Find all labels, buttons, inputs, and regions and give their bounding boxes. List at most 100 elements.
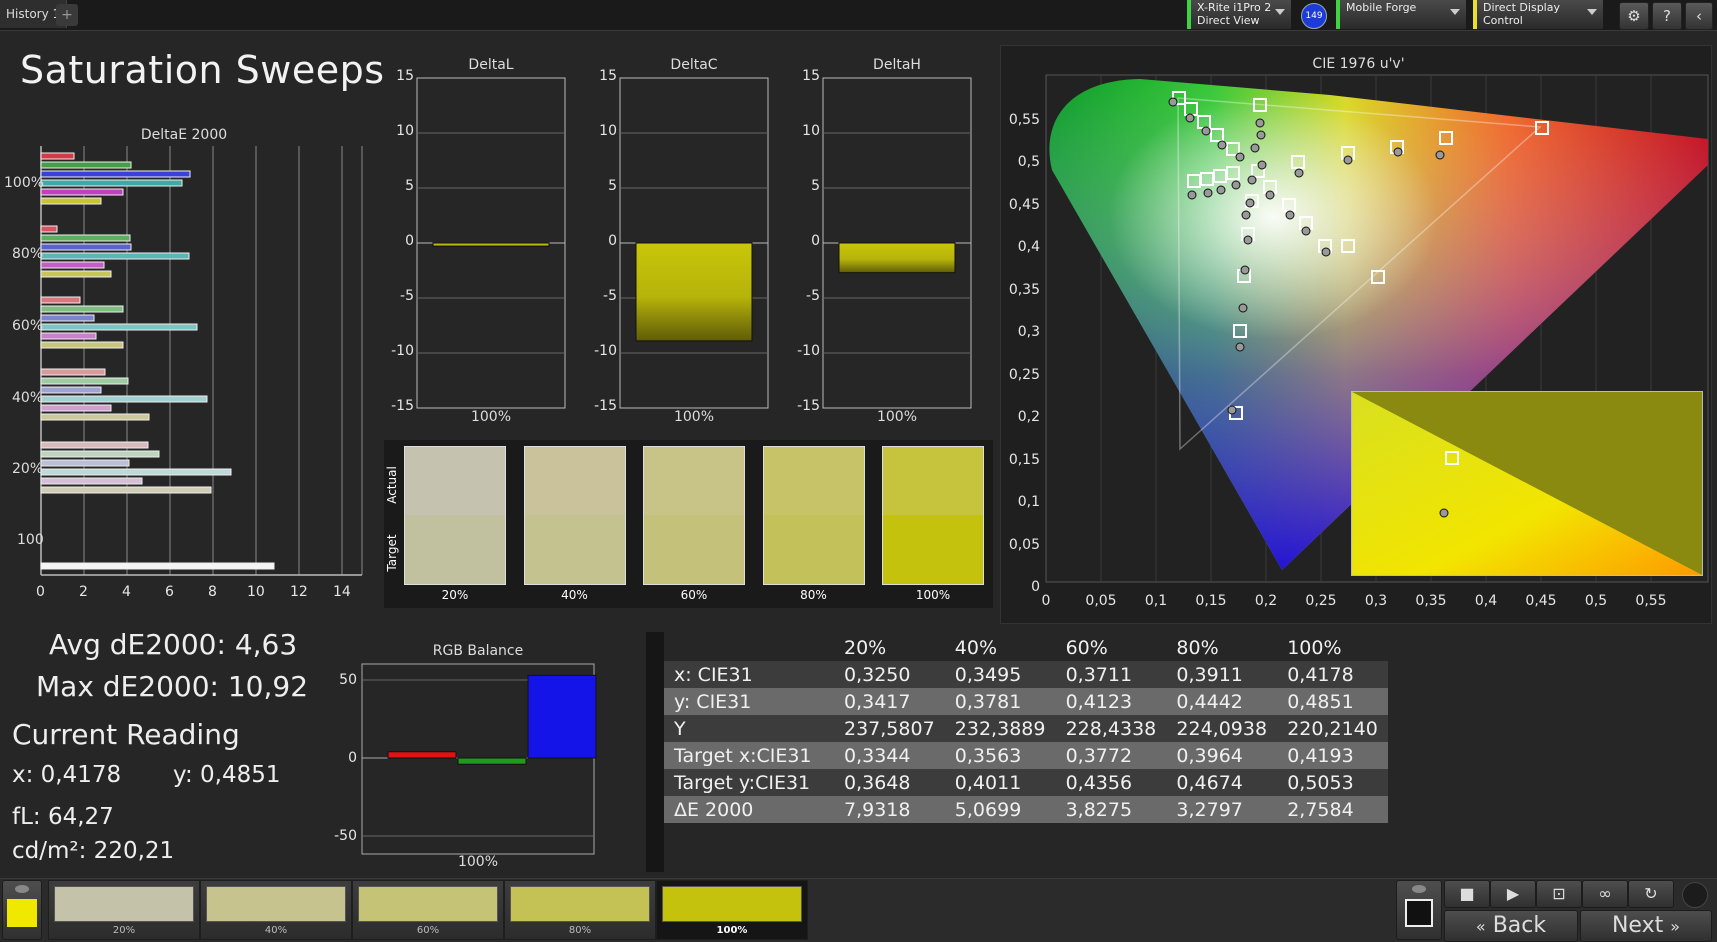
patch-button[interactable]: 60% — [352, 880, 504, 940]
help-button[interactable]: ? — [1652, 2, 1682, 30]
de-bar — [40, 386, 102, 394]
next-button[interactable]: Next » — [1580, 910, 1712, 942]
patch-label: 60% — [680, 588, 708, 602]
add-tab-button[interactable]: + — [56, 4, 78, 26]
table-cell: 228,4338 — [1055, 715, 1167, 742]
table-body: x: CIE31 0,3250 0,3495 0,3711 0,3911 0,4178 y:… — [664, 661, 1388, 823]
back-button[interactable]: « Back — [1444, 910, 1578, 942]
table-cell: 0,4851 — [1277, 688, 1388, 715]
cie-ytick: 0,4 — [1017, 239, 1040, 255]
delta-tick: 10 — [802, 123, 820, 139]
play-button[interactable]: ▶ — [1490, 880, 1536, 908]
de2000-chart — [40, 146, 363, 576]
stop-capture-button[interactable] — [1396, 880, 1442, 940]
de-bar — [40, 152, 75, 160]
cie-ytick: 0,1 — [1017, 494, 1040, 510]
chevron-down-icon — [1450, 9, 1460, 15]
measured-point — [1217, 140, 1227, 150]
de-group-label: 40% — [12, 390, 44, 406]
next-label: Next — [1611, 913, 1664, 938]
table-cell: 0,3711 — [1055, 661, 1167, 688]
page-title: Saturation Sweeps — [20, 48, 385, 92]
patch-label: 20% — [441, 588, 469, 602]
table-cell: 0,3964 — [1166, 742, 1278, 769]
table-cell: 220,2140 — [1277, 715, 1388, 742]
table-row: Y 237,5807 232,3889 228,4338 224,0938 220,214… — [664, 715, 1388, 742]
measured-point — [1168, 97, 1178, 107]
de-xtick: 0 — [36, 584, 45, 600]
table-row: y: CIE31 0,3417 0,3781 0,4123 0,4442 0,4851 — [664, 688, 1388, 715]
collapse-button[interactable]: ‹ — [1685, 2, 1713, 30]
rgb-tick: -50 — [334, 828, 357, 844]
patch-button[interactable]: 100% — [656, 880, 808, 940]
patch-button[interactable]: 40% — [200, 880, 352, 940]
delta-h-label: 100% — [876, 409, 918, 425]
measured-point — [1393, 147, 1403, 157]
patch-button[interactable]: 80% — [504, 880, 656, 940]
de-bar — [40, 161, 132, 169]
measured-point — [1203, 188, 1213, 198]
refresh-button[interactable]: ↻ — [1628, 880, 1674, 908]
delta-tick: -15 — [594, 398, 617, 414]
table-cell: 0,4011 — [944, 769, 1056, 796]
status-light — [1682, 882, 1708, 908]
inset-measured-point — [1439, 508, 1449, 518]
table-row: Target x:CIE31 0,3344 0,3563 0,3772 0,3964 0,… — [664, 742, 1388, 769]
current-reading-title: Current Reading — [12, 718, 240, 751]
patch-button-label: 60% — [416, 925, 440, 936]
table-cell: 2,7584 — [1277, 796, 1388, 823]
delta-tick: 0 — [811, 233, 820, 249]
table-header-cell: 40% — [944, 634, 1056, 661]
actual-swatch — [524, 447, 625, 515]
table-cell: 0,3772 — [1055, 742, 1167, 769]
table-cell: y: CIE31 — [664, 688, 834, 715]
measured-point — [1343, 155, 1353, 165]
cie-ytick: 0,2 — [1017, 409, 1040, 425]
patch-label: 40% — [561, 588, 588, 602]
gear-icon: ⚙ — [1627, 7, 1641, 25]
patch-button-swatch — [358, 886, 498, 922]
display-control-selector[interactable]: Direct Display Control — [1473, 0, 1603, 29]
de-xtick: 2 — [79, 584, 88, 600]
cie-chart — [1045, 74, 1709, 583]
table-cell: 0,4356 — [1055, 769, 1167, 796]
continuous-button[interactable]: ∞ — [1582, 880, 1628, 908]
measured-point — [1321, 247, 1331, 257]
stop-button[interactable]: ■ — [1444, 880, 1490, 908]
table-cell: 232,3889 — [944, 715, 1056, 742]
de-group-label: 100% — [4, 175, 45, 191]
table-header-cell: 100% — [1277, 634, 1388, 661]
question-icon: ? — [1663, 7, 1671, 25]
single-read-button[interactable]: ⊡ — [1536, 880, 1582, 908]
avg-de2000: Avg dE2000: 4,63 — [49, 628, 298, 661]
current-color-swatch — [7, 899, 37, 927]
measured-point — [1241, 210, 1251, 220]
measured-point — [1247, 175, 1257, 185]
table-cell: 0,5053 — [1277, 769, 1388, 796]
delta-tick: -10 — [594, 343, 617, 359]
de-bar — [40, 450, 160, 458]
infinity-icon: ∞ — [1598, 884, 1612, 903]
de-bar — [40, 270, 112, 278]
table-header-cell: 60% — [1055, 634, 1167, 661]
settings-button[interactable]: ⚙ — [1619, 2, 1649, 30]
meter-selector[interactable]: X-Rite i1Pro 2 Direct View — [1187, 0, 1291, 29]
cie-xtick: 0,05 — [1085, 593, 1117, 609]
measured-point — [1243, 235, 1253, 245]
de-bar — [40, 323, 198, 331]
generator-selector[interactable]: Mobile Forge — [1336, 0, 1466, 29]
de-xtick: 8 — [208, 584, 217, 600]
measured-point — [1235, 342, 1245, 352]
patch-button[interactable]: 20% — [48, 880, 200, 940]
current-color-button[interactable] — [2, 880, 42, 940]
table-row-gutter — [646, 632, 664, 872]
measured-point — [1235, 152, 1245, 162]
double-chevron-right-icon: » — [1670, 917, 1681, 936]
double-chevron-left-icon: « — [1475, 917, 1486, 936]
max-de2000: Max dE2000: 10,92 — [36, 670, 309, 703]
de-bar — [40, 562, 275, 570]
rgb-tick: 0 — [348, 750, 357, 766]
de-bar — [40, 234, 131, 242]
de-bar — [40, 459, 130, 467]
patch-button-swatch — [510, 886, 650, 922]
